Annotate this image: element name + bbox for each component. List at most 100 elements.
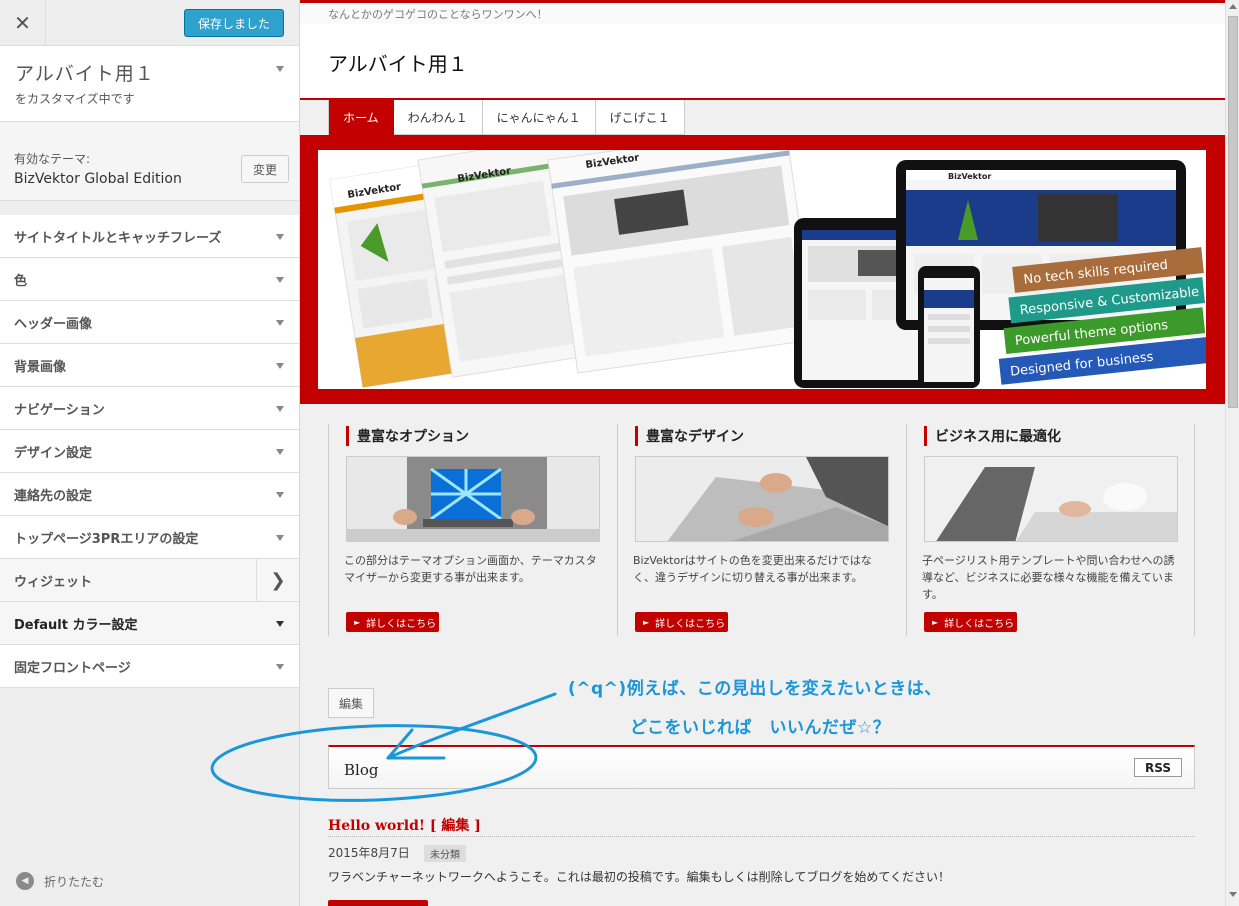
scroll-down-icon[interactable] [1229,892,1237,897]
section-label: 色 [14,273,28,289]
section-widgets[interactable]: ウィジェット ❯ [0,559,299,602]
change-theme-button[interactable]: 変更 [241,155,289,183]
pr-block: 豊富なオプション この部分はテーマオプション画面か、テーマカスタマイザーから変更… [328,424,617,636]
post-divider [328,836,1195,837]
pr-image[interactable] [924,456,1178,542]
collapse-sidebar-button[interactable]: ◀ 折りたたむ [16,872,104,890]
hero-illustration: BizVektor BizVektor BizVektor BizVektor … [318,150,1206,389]
pr-title[interactable]: 豊富なデザイン [635,426,744,446]
pr-title[interactable]: 豊富なオプション [346,426,469,446]
section-label: ウィジェット [14,574,93,590]
post-excerpt: ワラベンチャーネットワークへようこそ。これは最初の投稿です。編集もしくは削除して… [328,870,950,884]
chevron-down-icon [276,66,284,72]
active-theme-label: 有効なテーマ: [14,152,91,166]
section-contact-settings[interactable]: 連絡先の設定 [0,473,299,516]
customizing-subtitle: をカスタマイズ中です [15,92,135,106]
hero-frame: BizVektor BizVektor BizVektor BizVektor … [300,135,1225,404]
global-nav: ホーム わんわん１ にゃんにゃん１ げこげこ１ [328,100,685,135]
hero-logo: BizVektor [948,172,991,181]
pr-image[interactable] [346,456,600,542]
chevron-down-icon [276,277,284,283]
customizing-site-title: アルバイト用１ [15,63,155,85]
scroll-up-icon[interactable] [1229,4,1237,9]
section-static-front-page[interactable]: 固定フロントページ [0,645,299,688]
rss-button[interactable]: RSS [1134,758,1182,777]
pr-text: この部分はテーマオプション画面か、テーマカスタマイザーから変更する事が出来ます。 [344,554,597,584]
section-background-image[interactable]: 背景画像 [0,344,299,387]
pr-button-label: 詳しくはこちら [655,618,726,630]
annotation-text: (^q^)例えば、この見出しを変えたいときは、 [568,679,942,699]
section-default-color[interactable]: Default カラー設定 [0,602,299,645]
section-navigation[interactable]: ナビゲーション [0,387,299,430]
pr-detail-button[interactable]: ► 詳しくはこちら [924,612,1017,632]
chevron-down-icon [276,363,284,369]
section-label: 固定フロントページ [14,660,131,676]
chevron-down-icon [276,406,284,412]
pr-detail-button[interactable]: ► 詳しくはこちら [635,612,728,632]
chevron-down-icon [276,449,284,455]
section-colors[interactable]: 色 [0,258,299,301]
chevron-right-icon[interactable]: ❯ [256,559,299,602]
site-header: アルバイト用１ [300,24,1225,100]
chevron-down-icon [276,492,284,498]
nav-item-gekogeko[interactable]: げこげこ１ [595,100,685,135]
section-label: ヘッダー画像 [14,316,93,332]
edit-widget-button[interactable]: 編集 [328,688,374,718]
post-category-badge[interactable]: 未分類 [424,845,466,862]
nav-item-nyannyan[interactable]: にゃんにゃん１ [482,100,596,135]
preview-scrollbar[interactable] [1225,0,1239,906]
arrow-right-icon: ► [643,617,650,627]
blog-heading[interactable]: Blog [344,761,378,779]
close-icon[interactable]: ✕ [0,0,46,46]
site-preview: なんとかのゲコゲコのことならワンワンへ！ アルバイト用１ ホーム わんわん１ に… [300,0,1239,906]
pr-block: ビジネス用に最適化 子ページリスト用テンプレートや問い合わせへの誘導など、ビジネ… [906,424,1195,636]
hero-image: BizVektor BizVektor BizVektor BizVektor … [318,150,1206,389]
pr-block: 豊富なデザイン BizVektorはサイトの色を変更出来るだけではなく、違うデザ… [617,424,906,636]
pr-button-label: 詳しくはこちら [944,618,1015,630]
chevron-down-icon [276,621,284,627]
section-design-settings[interactable]: デザイン設定 [0,430,299,473]
pr-area: 豊富なオプション この部分はテーマオプション画面か、テーマカスタマイザーから変更… [328,424,1195,636]
site-info[interactable]: アルバイト用１ をカスタマイズ中です [0,46,299,122]
arrow-right-icon: ► [354,617,361,627]
section-label: Default カラー設定 [14,617,138,633]
section-label: ナビゲーション [14,402,105,418]
post-more-button[interactable] [328,900,428,906]
post-date: 2015年8月7日 [328,846,410,860]
section-top-page-pr[interactable]: トップページ3PRエリアの設定 [0,516,299,559]
pr-button-label: 詳しくはこちら [366,618,437,630]
section-label: トップページ3PRエリアの設定 [14,531,199,547]
chevron-down-icon [276,535,284,541]
nav-item-wanwan[interactable]: わんわん１ [393,100,483,135]
site-title-link[interactable]: アルバイト用１ [328,48,468,77]
pr-image[interactable] [635,456,889,542]
section-label: 連絡先の設定 [14,488,93,504]
annotation-text: どこをいじれば いいんだぜ☆？ [630,718,891,738]
section-label: サイトタイトルとキャッチフレーズ [14,230,222,246]
chevron-down-icon [276,234,284,240]
top-bar: なんとかのゲコゲコのことならワンワンへ！ [300,0,1225,24]
collapse-arrow-icon: ◀ [16,872,34,890]
save-button[interactable]: 保存しました [184,9,284,37]
customizer-sidebar: ✕ 保存しました アルバイト用１ をカスタマイズ中です 有効なテーマ: BizV… [0,0,300,906]
section-label: 背景画像 [14,359,67,375]
chevron-down-icon [276,664,284,670]
customizer-sections: サイトタイトルとキャッチフレーズ 色 ヘッダー画像 背景画像 ナビゲーション デ… [0,215,299,688]
post-title-link[interactable]: Hello world! [ 編集 ] [328,815,481,835]
active-theme-name: BizVektor Global Edition [14,171,182,187]
site-tagline: なんとかのゲコゲコのことならワンワンへ！ [328,8,548,21]
arrow-right-icon: ► [932,617,939,627]
section-site-title[interactable]: サイトタイトルとキャッチフレーズ [0,215,299,258]
scroll-thumb[interactable] [1228,16,1238,408]
pr-text: BizVektorはサイトの色を変更出来るだけではなく、違うデザインに切り替える… [633,554,872,584]
pr-title[interactable]: ビジネス用に最適化 [924,426,1061,446]
nav-item-home[interactable]: ホーム [329,100,394,135]
blog-heading-box: Blog RSS [328,745,1195,789]
pr-detail-button[interactable]: ► 詳しくはこちら [346,612,439,632]
collapse-label: 折りたたむ [44,874,105,889]
section-header-image[interactable]: ヘッダー画像 [0,301,299,344]
customizer-header: ✕ 保存しました [0,0,299,46]
chevron-down-icon [276,320,284,326]
section-label: デザイン設定 [14,445,93,461]
pr-text: 子ページリスト用テンプレートや問い合わせへの誘導など、ビジネスに必要な様々な機能… [922,554,1175,601]
